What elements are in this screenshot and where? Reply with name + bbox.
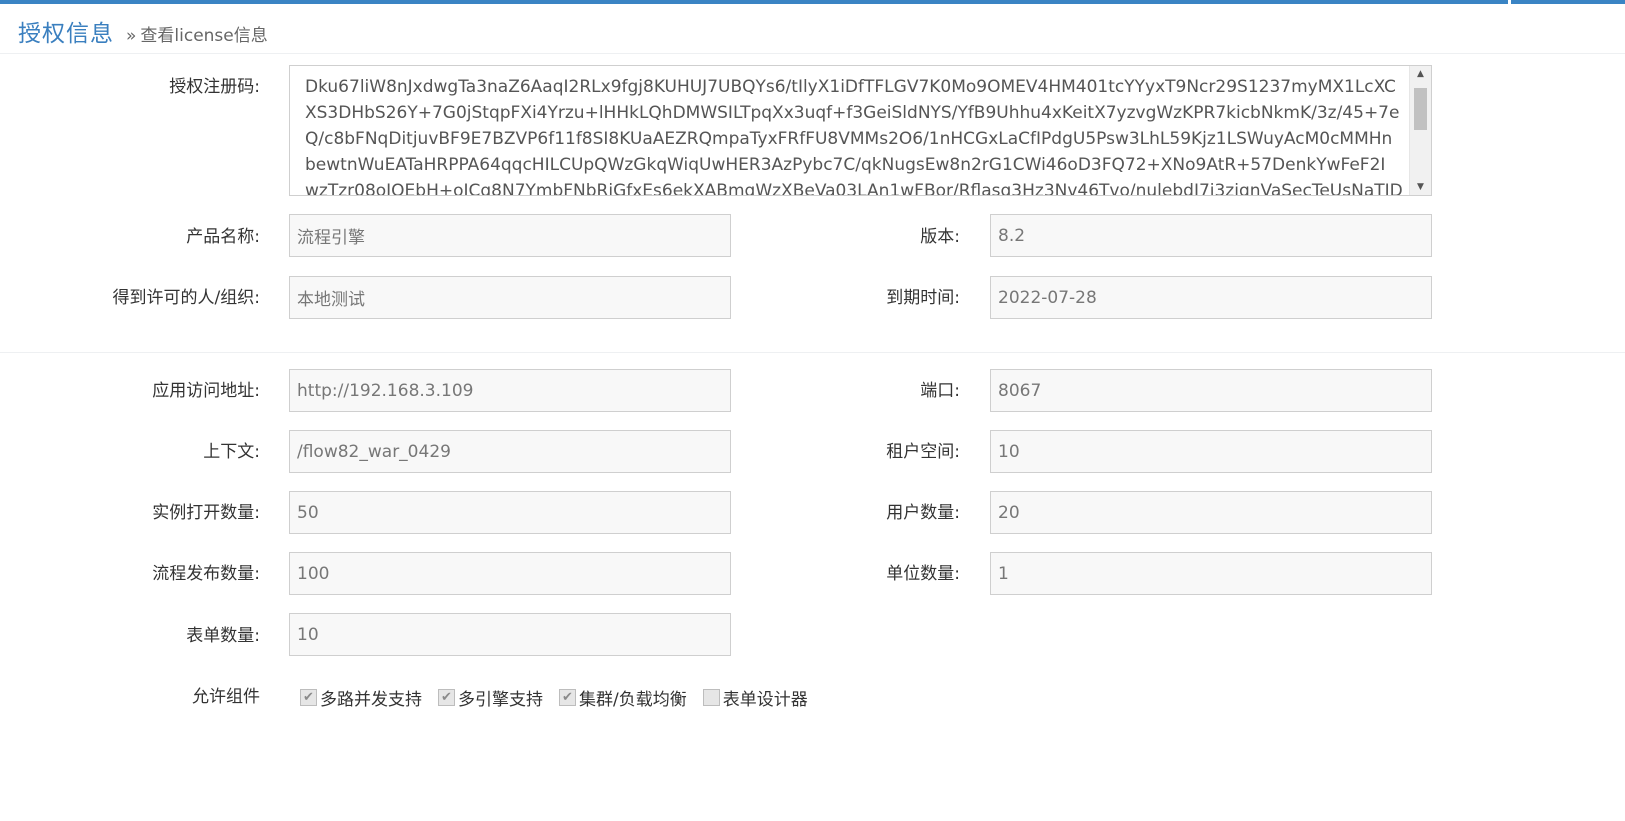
licensee-label: 得到许可的人/组织:: [112, 288, 260, 308]
expiry-label: 到期时间:: [886, 288, 960, 308]
tenant-space-label: 租户空间:: [886, 442, 960, 462]
instance-count-label: 实例打开数量:: [152, 503, 260, 523]
component-cluster[interactable]: ✔ 集群/负载均衡: [559, 685, 687, 710]
checkmark-icon: ✔: [441, 689, 452, 705]
port-field[interactable]: [990, 369, 1432, 412]
product-name-label: 产品名称:: [186, 227, 260, 247]
page-header: 授权信息 » 查看license信息: [18, 14, 268, 48]
product-name-field[interactable]: [289, 214, 731, 257]
expiry-field[interactable]: [990, 276, 1432, 319]
checkbox-label: 集群/负载均衡: [579, 689, 687, 710]
checkbox-label: 多引擎支持: [458, 689, 543, 710]
form-count-label: 表单数量:: [186, 626, 260, 646]
form-count-field[interactable]: [289, 613, 731, 656]
triangle-up-icon[interactable]: ▲: [1410, 66, 1431, 82]
top-accent-bar: [0, 0, 1625, 4]
breadcrumb-separator: »: [126, 26, 137, 46]
port-label: 端口:: [920, 381, 960, 401]
licensee-field[interactable]: [289, 276, 731, 319]
component-form-designer[interactable]: 表单设计器: [702, 685, 808, 710]
context-field[interactable]: [289, 430, 731, 473]
instance-count-field[interactable]: [289, 491, 731, 534]
version-field[interactable]: [990, 214, 1432, 257]
checkmark-icon: ✔: [303, 689, 314, 705]
process-count-label: 流程发布数量:: [152, 564, 260, 584]
components-checkbox-group: ✔ 多路并发支持 ✔ 多引擎支持 ✔ 集群/负载均衡 表单设计器: [300, 685, 824, 710]
license-code-label: 授权注册码:: [169, 77, 260, 97]
unit-count-field[interactable]: [990, 552, 1432, 595]
component-multipath[interactable]: ✔ 多路并发支持: [300, 685, 422, 710]
checkbox-label: 表单设计器: [722, 689, 808, 710]
checkbox[interactable]: [702, 688, 720, 706]
top-bar-gap: [1508, 0, 1511, 4]
textarea-scrollbar[interactable]: ▲ ▼: [1409, 66, 1431, 195]
license-code-text: Dku67liW8nJxdwgTa3naZ6AaqI2RLx9fgj8KUHUJ…: [305, 74, 1405, 196]
license-line: XS3DHbS26Y+7G0jStqpFXi4Yrzu+lHHkLQhDMWSI…: [305, 103, 1400, 123]
user-count-field[interactable]: [990, 491, 1432, 534]
section-divider: [0, 352, 1625, 353]
page-title: 授权信息: [18, 21, 114, 47]
license-line: Dku67liW8nJxdwgTa3naZ6AaqI2RLx9fgj8KUHUJ…: [305, 77, 1396, 97]
checkbox[interactable]: ✔: [300, 688, 317, 706]
app-url-field[interactable]: [289, 369, 731, 412]
component-multi-engine[interactable]: ✔ 多引擎支持: [438, 685, 543, 710]
version-label: 版本:: [920, 227, 960, 247]
checkmark-icon: ✔: [562, 689, 573, 705]
process-count-field[interactable]: [289, 552, 731, 595]
components-label: 允许组件: [192, 687, 260, 707]
license-line: wzTzr08oIOEbH+oJCq8N7YmbFNbRiGfxEs6ekXAB…: [305, 181, 1403, 196]
checkbox-label: 多路并发支持: [320, 689, 422, 710]
header-divider: [0, 53, 1625, 54]
unit-count-label: 单位数量:: [886, 564, 960, 584]
checkbox[interactable]: ✔: [559, 688, 576, 706]
license-code-textarea[interactable]: Dku67liW8nJxdwgTa3naZ6AaqI2RLx9fgj8KUHUJ…: [289, 65, 1432, 196]
triangle-down-icon[interactable]: ▼: [1410, 179, 1431, 195]
license-line: Q/c8bFNqDitjuvBF9E7BZVP6f11f8SI8KUaAEZRQ…: [305, 129, 1393, 149]
breadcrumb-current: 查看license信息: [140, 26, 268, 46]
app-url-label: 应用访问地址:: [152, 381, 260, 401]
context-label: 上下文:: [203, 442, 260, 462]
checkbox[interactable]: ✔: [438, 688, 455, 706]
tenant-space-field[interactable]: [990, 430, 1432, 473]
user-count-label: 用户数量:: [886, 503, 960, 523]
license-line: bewtnWuEATaHRPPA64qqcHILCUpQWzGkqWiqUwHE…: [305, 155, 1386, 175]
scrollbar-thumb[interactable]: [1414, 88, 1427, 130]
